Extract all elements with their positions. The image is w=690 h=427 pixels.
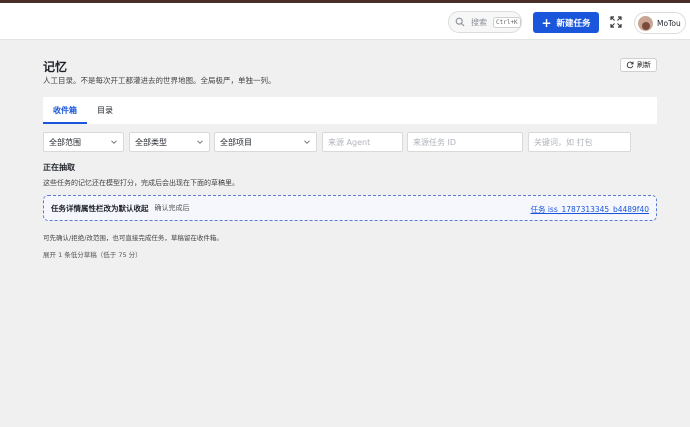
scope-select-value: 全部范围 — [49, 137, 81, 147]
type-select[interactable]: 全部类型 — [129, 132, 210, 152]
plus-icon: + — [541, 15, 552, 30]
tab-inbox[interactable]: 收件箱 — [43, 97, 87, 124]
chevron-down-icon — [111, 140, 117, 144]
search-icon — [455, 17, 465, 27]
extracting-item-status: 确认完成后 — [154, 204, 190, 212]
search-shortcut: Ctrl+K — [493, 16, 521, 28]
filter-bar: 全部范围 全部类型 全部项目 来源 Agent 来源任务 ID 关键词，如 打包 — [43, 132, 657, 152]
user-name: MoTou — [657, 18, 681, 28]
extracting-item-title: 任务详情属性栏改为默认收起 — [51, 203, 149, 213]
refresh-icon — [626, 61, 634, 69]
new-task-label: 新建任务 — [556, 18, 591, 29]
page-title: 记忆 — [43, 60, 68, 74]
type-select-value: 全部类型 — [135, 137, 167, 147]
keyword-input-placeholder: 关键词，如 打包 — [534, 137, 593, 147]
section-description: 这些任务的记忆还在模型打分，完成后会出现在下面的草稿里。 — [43, 179, 239, 187]
task-id-input[interactable]: 来源任务 ID — [407, 132, 523, 152]
scope-select[interactable]: 全部范围 — [43, 132, 124, 152]
agent-input[interactable]: 来源 Agent — [322, 132, 403, 152]
user-menu[interactable]: MoTou — [634, 12, 686, 34]
tab-bar: 收件箱 目录 — [43, 97, 657, 124]
avatar — [638, 15, 653, 31]
search-button[interactable]: 搜索 Ctrl+K — [448, 11, 522, 33]
top-bar: 搜索 Ctrl+K + 新建任务 MoTou — [0, 3, 690, 40]
task-id-input-placeholder: 来源任务 ID — [413, 137, 457, 147]
new-task-button[interactable]: + 新建任务 — [533, 12, 599, 33]
project-select[interactable]: 全部项目 — [214, 132, 317, 152]
refresh-label: 刷新 — [637, 61, 651, 69]
expand-low-score-drafts[interactable]: 展开 1 条低分草稿（低于 75 分） — [43, 249, 142, 259]
search-label: 搜索 — [471, 17, 487, 27]
chevron-down-icon — [197, 140, 203, 144]
refresh-button[interactable]: 刷新 — [620, 58, 657, 72]
task-link[interactable]: 任务 iss_1787313345_b4489f40 — [530, 204, 649, 215]
agent-input-placeholder: 来源 Agent — [328, 137, 371, 147]
page-subtitle: 人工目录。不是每次开工都灌进去的世界地图。全局极严，单独一列。 — [43, 76, 276, 85]
inbox-note: 可先确认/拒绝/改范围，也可直接完成任务，草稿留在收件箱。 — [43, 234, 223, 242]
keyword-input[interactable]: 关键词，如 打包 — [528, 132, 631, 152]
tab-catalog[interactable]: 目录 — [87, 97, 123, 124]
extracting-item: 任务详情属性栏改为默认收起 确认完成后 任务 iss_1787313345_b4… — [43, 195, 657, 221]
fullscreen-icon[interactable] — [610, 16, 622, 28]
chevron-down-icon — [304, 140, 310, 144]
memory-page: 记忆 人工目录。不是每次开工都灌进去的世界地图。全局极严，单独一列。 刷新 收件… — [0, 41, 690, 427]
section-title: 正在抽取 — [43, 163, 75, 172]
project-select-value: 全部项目 — [220, 137, 252, 147]
